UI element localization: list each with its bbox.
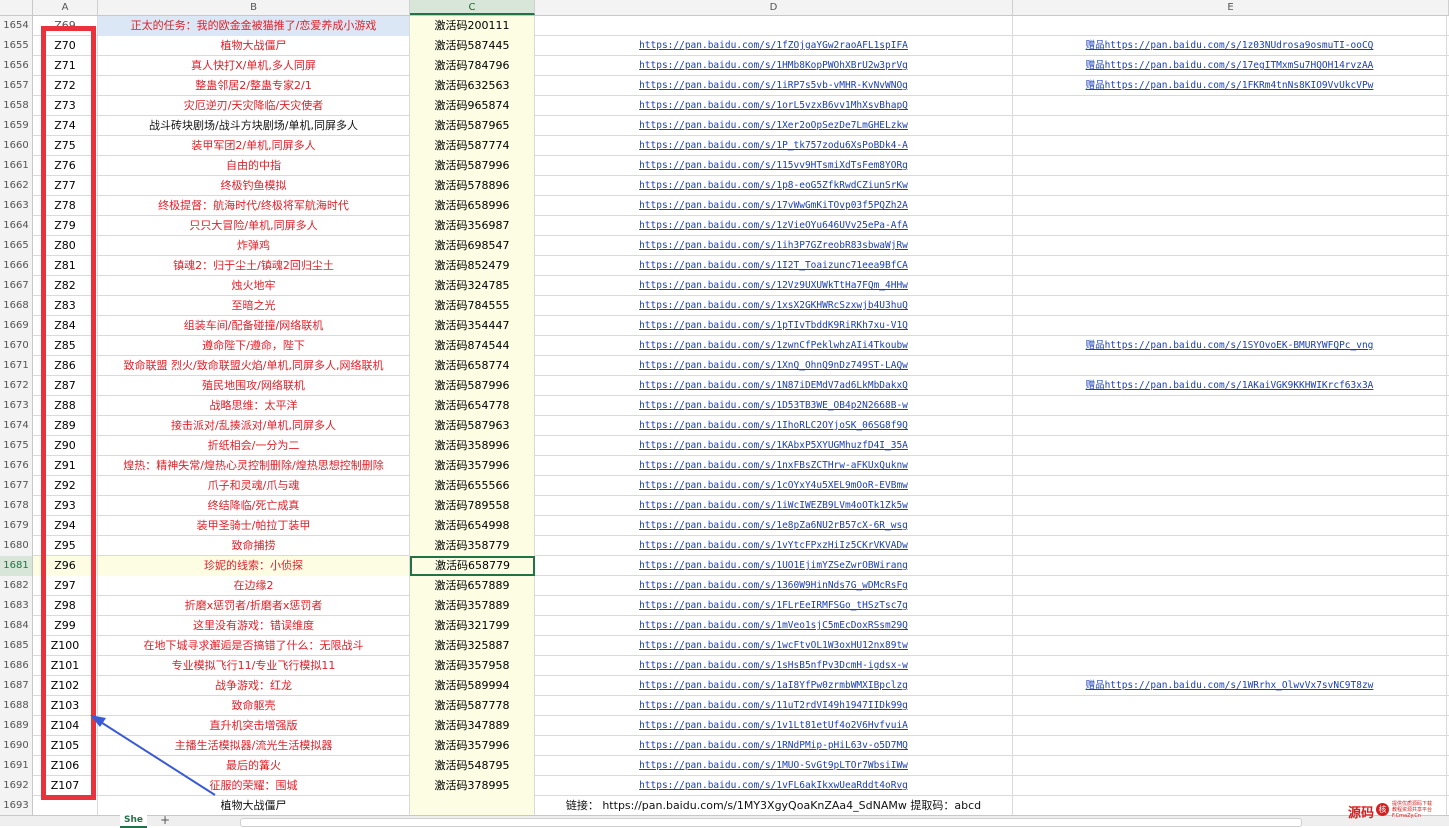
watermark-logo: 源码 核 提供优质源码下载 教程资源共享平台 F.CmaZy.Cn: [1346, 800, 1446, 822]
sheet-tab-bar: She +: [0, 814, 1449, 828]
arrow-annotation: [90, 715, 216, 796]
watermark-text: 提供优质源码下载 教程资源共享平台 F.CmaZy.Cn: [1392, 801, 1433, 819]
horizontal-scrollbar[interactable]: [240, 818, 1302, 827]
watermark-brand: 源码: [1348, 806, 1375, 821]
add-sheet-icon[interactable]: +: [160, 814, 170, 826]
watermark-ring: 核: [1376, 803, 1389, 816]
sheet-tab[interactable]: She: [120, 815, 147, 828]
